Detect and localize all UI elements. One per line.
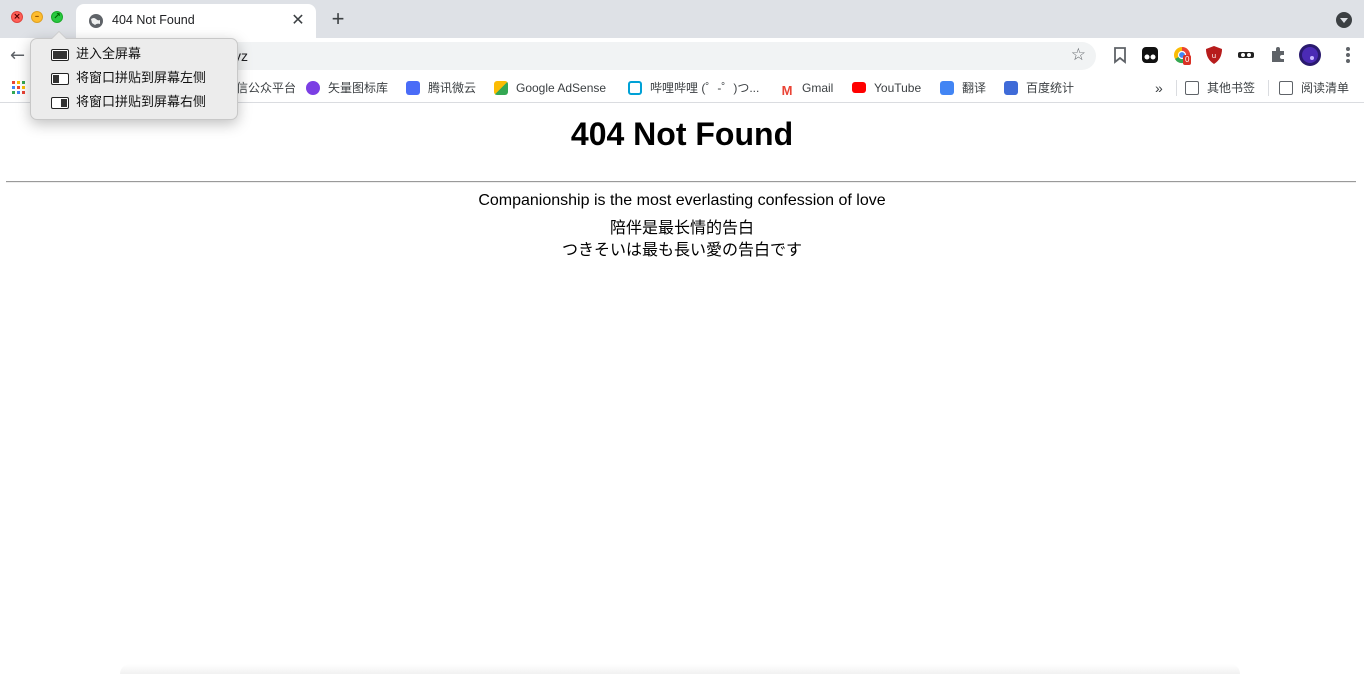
extension-badge: 0 — [1183, 55, 1192, 65]
svg-text:u: u — [1212, 52, 1216, 60]
extensions-puzzle-icon[interactable] — [1268, 45, 1288, 65]
bookmark-item[interactable]: 百度统计 — [1004, 79, 1074, 97]
bookmarks-overflow-button[interactable]: » — [1155, 79, 1163, 97]
gmail-icon: M — [780, 83, 794, 98]
menu-item-enter-fullscreen[interactable]: 进入全屏幕 — [51, 45, 231, 65]
window-minimize-button[interactable]: – — [31, 11, 43, 23]
divider — [6, 181, 1356, 183]
globe-icon — [89, 14, 103, 28]
tile-left-icon — [51, 73, 69, 85]
adsense-icon — [494, 81, 508, 95]
chrome-extension-icon[interactable]: 0 — [1172, 45, 1192, 65]
fullscreen-icon — [51, 49, 69, 61]
tile-right-icon — [51, 97, 69, 109]
bookmark-item[interactable]: Google AdSense — [494, 79, 606, 97]
bookmark-star-icon[interactable]: ☆ — [1071, 45, 1086, 65]
window-edge-shadow — [120, 664, 1240, 674]
incognito-mask-icon[interactable] — [1236, 45, 1256, 65]
baidu-tongji-icon — [1004, 81, 1018, 95]
bookmark-item[interactable]: 矢量图标库 — [306, 79, 388, 97]
chrome-menu-button[interactable] — [1346, 47, 1350, 65]
apps-grid-icon[interactable] — [12, 81, 26, 95]
bookmark-item[interactable]: M Gmail — [780, 79, 833, 98]
close-glyph-icon: × — [13, 12, 21, 22]
bilibili-icon — [628, 81, 642, 95]
tab-close-button[interactable]: ✕ — [288, 10, 308, 30]
bookmark-item[interactable]: 信公众平台 — [236, 79, 296, 97]
tab-search-button[interactable] — [1336, 12, 1352, 28]
menu-item-tile-right[interactable]: 将窗口拼贴到屏幕右侧 — [51, 93, 231, 113]
bookmark-item[interactable]: YouTube — [852, 79, 921, 97]
message-line-chinese: 陪伴是最长情的告白 — [609, 220, 754, 237]
bookmark-item[interactable]: 哔哩哔哩 (゜-゜)つ... — [628, 79, 759, 97]
bookmark-item[interactable]: 翻译 — [940, 79, 986, 97]
ublock-origin-icon[interactable]: u — [1204, 45, 1224, 65]
translate-icon — [940, 81, 954, 95]
reading-list-button[interactable]: 阅读清单 — [1279, 79, 1349, 97]
message-line-japanese: つきそいは最も長い愛の告白です — [561, 242, 802, 259]
reading-list-icon — [1279, 81, 1293, 95]
divider — [1176, 80, 1177, 96]
window-tiling-menu: 进入全屏幕 将窗口拼贴到屏幕左侧 将窗口拼贴到屏幕右侧 — [30, 31, 238, 120]
divider — [1268, 80, 1269, 96]
tampermonkey-icon[interactable] — [1140, 45, 1160, 65]
back-button[interactable]: ← — [10, 46, 30, 66]
folder-icon — [1185, 81, 1199, 95]
profile-avatar[interactable] — [1299, 44, 1321, 66]
tab-active[interactable]: 404 Not Found ✕ — [76, 4, 316, 38]
window-zoom-button[interactable]: ↗ — [51, 11, 63, 23]
page-title: 404 Not Found — [570, 116, 794, 152]
youtube-icon — [852, 82, 866, 93]
weiyun-icon — [406, 81, 420, 95]
menu-item-tile-left[interactable]: 将窗口拼贴到屏幕左侧 — [51, 69, 231, 89]
minimize-glyph-icon: – — [34, 12, 40, 22]
tab-strip: × – ↗ 404 Not Found ✕ + — [0, 0, 1364, 38]
reading-list-bookmark-icon[interactable] — [1110, 45, 1130, 65]
message-line-english: Companionship is the most everlasting co… — [478, 192, 886, 209]
iconfont-icon — [306, 81, 320, 95]
window-close-button[interactable]: × — [11, 11, 23, 23]
new-tab-button[interactable]: + — [326, 8, 350, 32]
zoom-glyph-icon: ↗ — [53, 12, 61, 22]
bookmark-item[interactable]: 腾讯微云 — [406, 79, 476, 97]
tab-title: 404 Not Found — [112, 13, 195, 27]
other-bookmarks-folder[interactable]: 其他书签 — [1185, 79, 1255, 97]
